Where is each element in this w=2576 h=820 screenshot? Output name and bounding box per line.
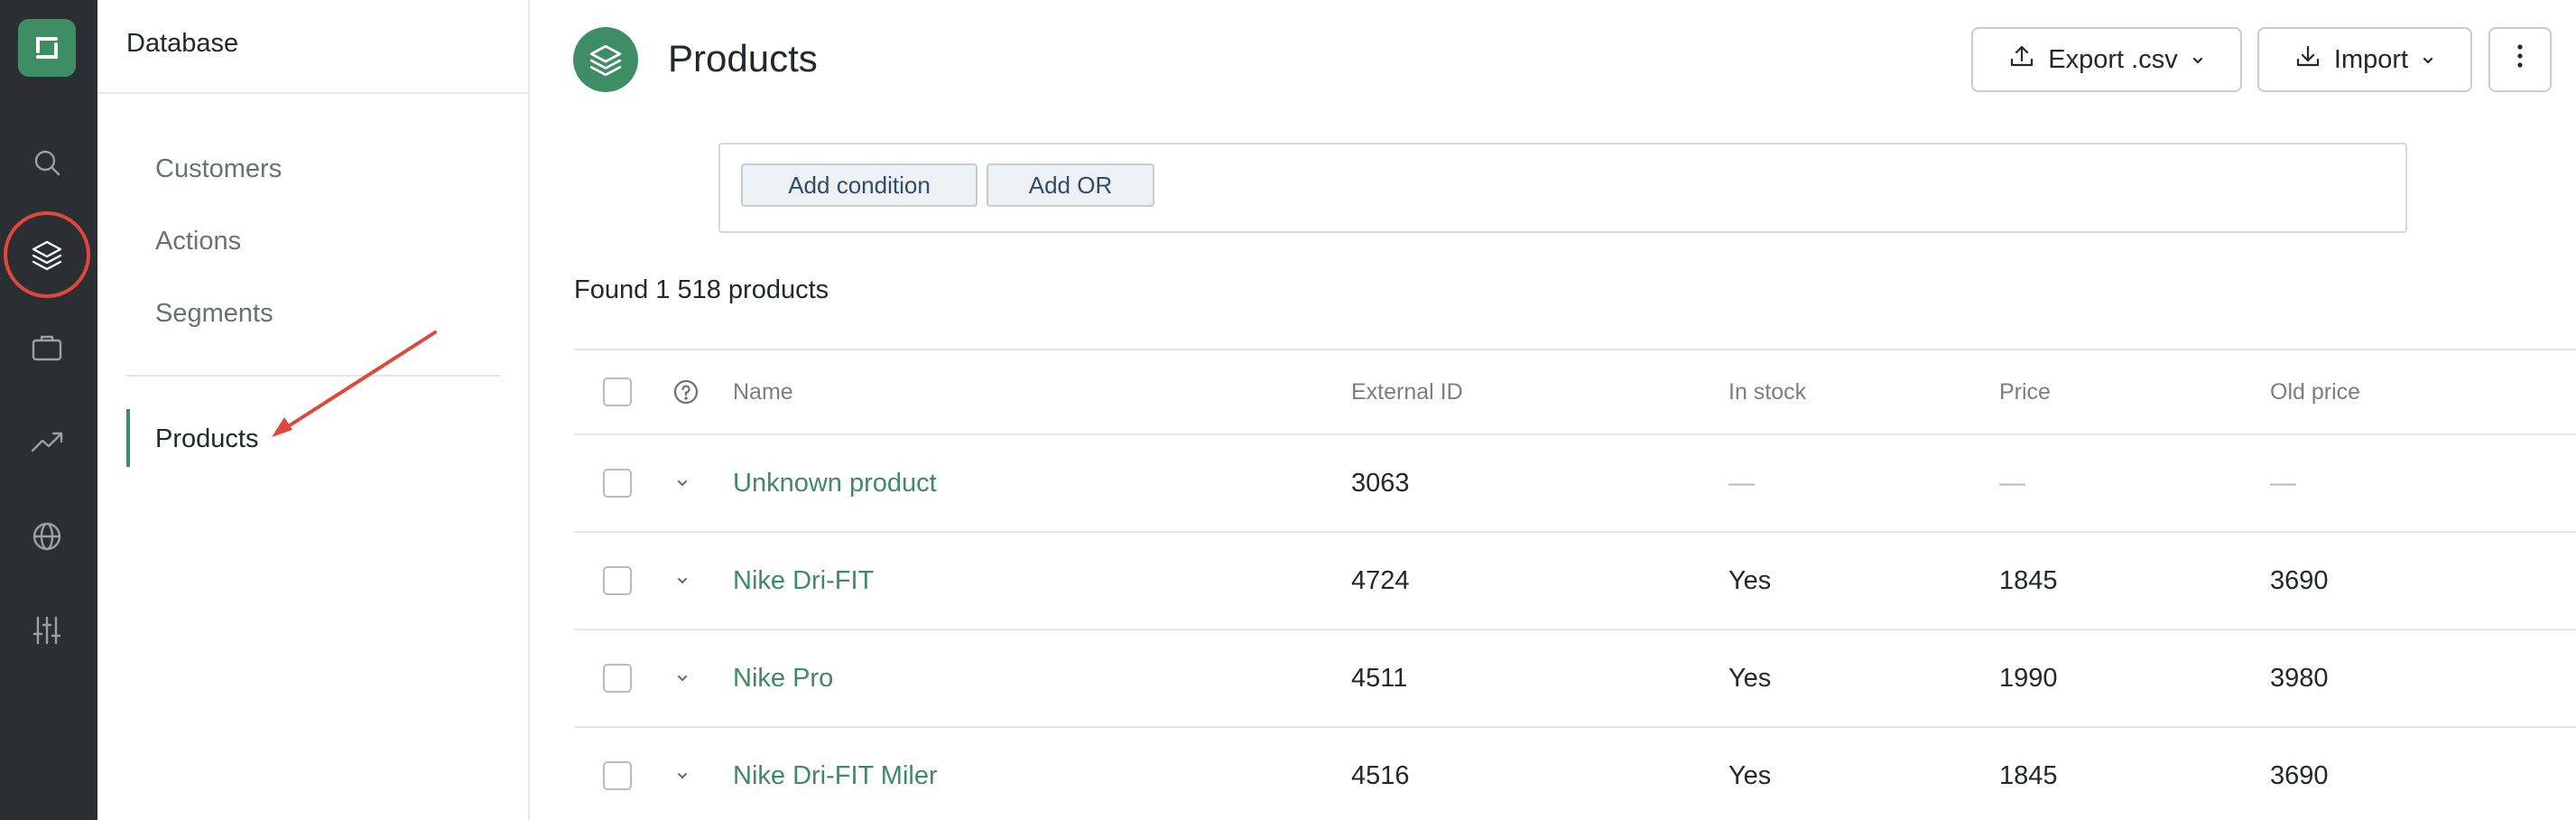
more-vertical-icon <box>2516 42 2524 77</box>
in-stock-cell: — <box>1728 468 1755 498</box>
in-stock-cell: Yes <box>1728 760 1772 790</box>
column-header-external-id[interactable]: External ID <box>1351 350 1463 433</box>
product-name-link[interactable]: Nike Dri-FIT Miler <box>733 728 938 820</box>
price-cell: 1990 <box>1999 663 2058 693</box>
chevron-down-icon[interactable] <box>673 767 691 789</box>
table-row: Nike Dri-FIT 4724 Yes 1845 3690 <box>574 531 2576 629</box>
price-cell: — <box>1999 468 2025 498</box>
subnav-title: Database <box>126 29 239 58</box>
main-content: Products Export .csv Import Add conditio… <box>530 0 2576 820</box>
app: Database Customers Actions Segments Prod… <box>0 0 2576 820</box>
chevron-down-icon[interactable] <box>673 474 691 497</box>
logo-icon[interactable] <box>18 19 76 77</box>
chevron-down-icon[interactable] <box>673 669 691 692</box>
export-label: Export .csv <box>2048 44 2178 74</box>
column-header-name[interactable]: Name <box>733 350 793 433</box>
row-checkbox[interactable] <box>603 566 632 595</box>
in-stock-cell: Yes <box>1728 565 1772 595</box>
row-checkbox[interactable] <box>603 469 632 498</box>
page-title: Products <box>668 37 818 79</box>
table-header: Name External ID In stock Price Old pric… <box>574 349 2576 433</box>
price-cell: 1845 <box>1999 565 2058 595</box>
old-price-cell: 3690 <box>2270 565 2329 595</box>
column-header-price[interactable]: Price <box>1999 350 2051 433</box>
price-cell: 1845 <box>1999 760 2058 790</box>
column-header-in-stock[interactable]: In stock <box>1728 350 1806 433</box>
help-icon[interactable] <box>672 378 700 410</box>
external-id-cell: 3063 <box>1351 468 1410 498</box>
row-checkbox[interactable] <box>603 761 632 790</box>
chevron-down-icon <box>2191 45 2205 75</box>
upload-icon <box>2008 42 2035 77</box>
briefcase-icon[interactable] <box>20 321 74 375</box>
download-icon <box>2294 42 2321 77</box>
chevron-down-icon <box>2421 45 2435 75</box>
trending-icon[interactable] <box>20 415 74 469</box>
external-id-cell: 4511 <box>1351 663 1408 693</box>
products-table: Name External ID In stock Price Old pric… <box>574 349 2576 820</box>
table-row: Nike Pro 4511 Yes 1990 3980 <box>574 629 2576 726</box>
subnav-item-actions[interactable]: Actions <box>155 227 241 256</box>
import-button[interactable]: Import <box>2257 27 2472 92</box>
external-id-cell: 4516 <box>1351 760 1410 790</box>
chevron-down-icon[interactable] <box>673 572 691 594</box>
old-price-cell: 3690 <box>2270 760 2329 790</box>
subnav-divider-top <box>97 92 530 94</box>
annotation-arrow <box>272 331 437 437</box>
select-all-checkbox[interactable] <box>603 377 632 406</box>
row-checkbox[interactable] <box>603 664 632 693</box>
subnav-item-segments[interactable]: Segments <box>155 299 273 329</box>
add-condition-button[interactable]: Add condition <box>741 163 978 207</box>
active-indicator <box>126 409 130 467</box>
old-price-cell: — <box>2270 468 2296 498</box>
database-subnav: Database Customers Actions Segments Prod… <box>97 0 530 820</box>
subnav-item-customers[interactable]: Customers <box>155 154 282 184</box>
results-count: Found 1 518 products <box>574 275 829 304</box>
layers-icon <box>573 27 638 92</box>
more-menu-button[interactable] <box>2488 27 2552 92</box>
product-name-link[interactable]: Unknown product <box>733 435 937 531</box>
filter-builder: Add condition Add OR <box>718 143 2407 233</box>
sliders-icon[interactable] <box>20 603 74 657</box>
layers-icon[interactable] <box>20 228 74 282</box>
table-row: Nike Dri-FIT Miler 4516 Yes 1845 3690 <box>574 726 2576 820</box>
product-name-link[interactable]: Nike Dri-FIT <box>733 533 874 629</box>
old-price-cell: 3980 <box>2270 663 2329 693</box>
search-icon[interactable] <box>20 135 74 190</box>
add-or-button[interactable]: Add OR <box>987 163 1154 207</box>
product-name-link[interactable]: Nike Pro <box>733 630 833 726</box>
export-csv-button[interactable]: Export .csv <box>1971 27 2242 92</box>
globe-icon[interactable] <box>20 509 74 564</box>
icon-rail <box>0 0 97 820</box>
column-header-old-price[interactable]: Old price <box>2270 350 2360 433</box>
in-stock-cell: Yes <box>1728 663 1772 693</box>
subnav-divider <box>126 375 501 377</box>
subnav-item-products[interactable]: Products <box>155 424 258 454</box>
external-id-cell: 4724 <box>1351 565 1410 595</box>
table-row: Unknown product 3063 — — — <box>574 433 2576 531</box>
import-label: Import <box>2333 44 2409 74</box>
